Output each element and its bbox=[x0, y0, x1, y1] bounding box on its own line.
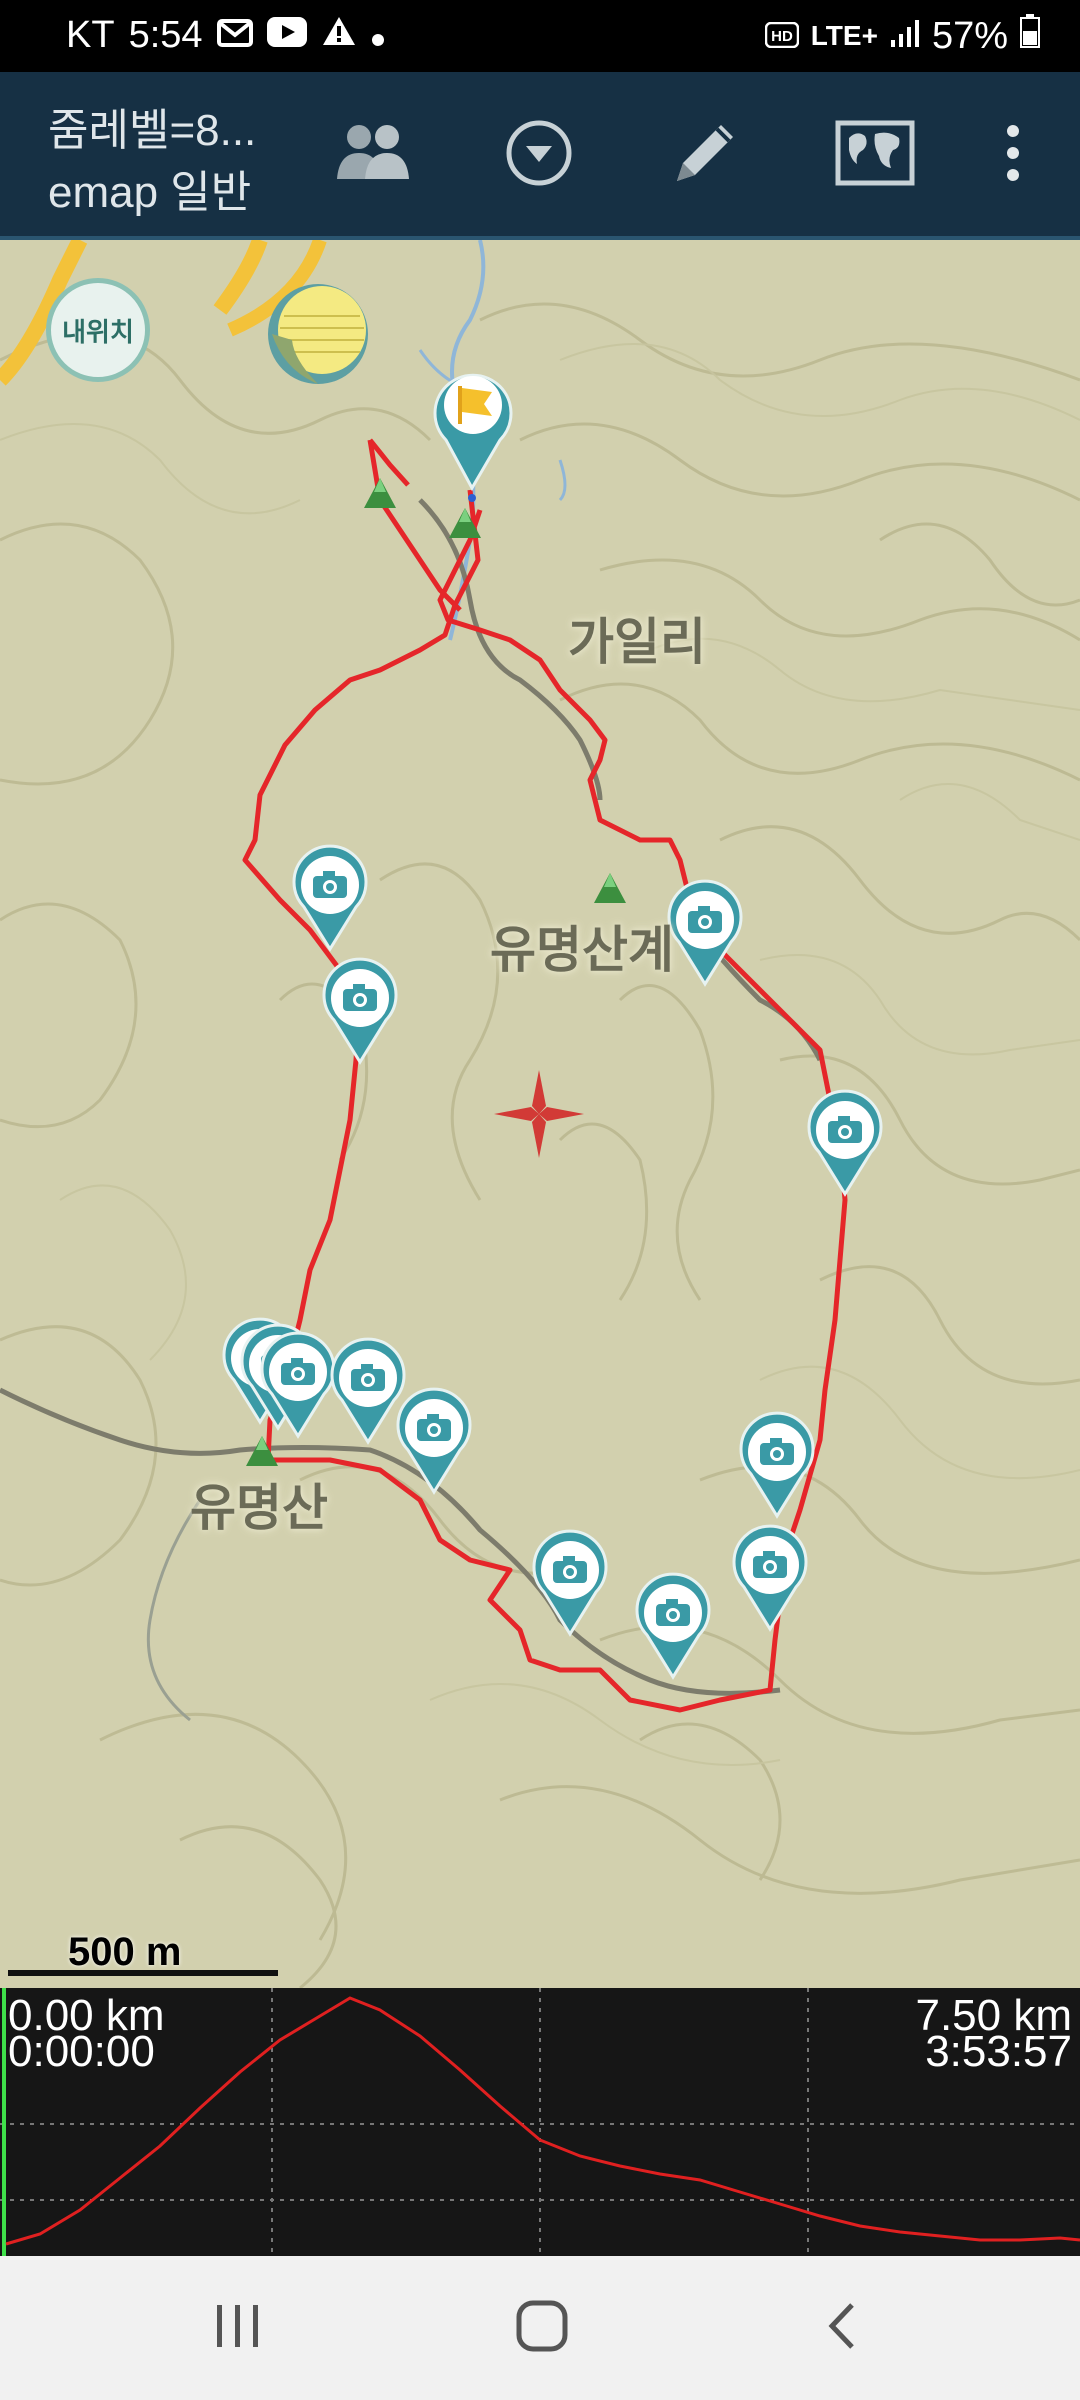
place-label-yumyeongsan: 유명산 bbox=[190, 1480, 328, 1536]
photo-marker[interactable] bbox=[635, 1572, 711, 1679]
dropdown-button[interactable] bbox=[496, 112, 582, 198]
scale-label: 500 m bbox=[68, 1930, 182, 1974]
system-nav-bar bbox=[0, 2256, 1080, 2400]
signal-icon bbox=[890, 15, 920, 58]
map-scale: 500 m bbox=[8, 1930, 278, 1976]
map-type-label: emap 일반 bbox=[48, 168, 252, 217]
group-icon bbox=[333, 117, 413, 194]
map-info-title[interactable]: 줌레벨=8... emap 일반 bbox=[48, 100, 256, 224]
clock: 5:54 bbox=[128, 14, 203, 56]
start-time: 0:00:00 bbox=[8, 2027, 155, 2076]
photo-marker[interactable] bbox=[732, 1524, 808, 1631]
start-flag-marker[interactable] bbox=[433, 373, 513, 502]
more-icon bbox=[1003, 123, 1023, 188]
elevation-profile[interactable]: 0.00 km 0:00:00 7.50 km 3:53:57 bbox=[0, 1988, 1080, 2256]
layer-icon bbox=[268, 284, 368, 384]
warning-icon bbox=[321, 14, 357, 57]
pencil-icon bbox=[665, 113, 745, 198]
carrier-label: KT bbox=[66, 14, 115, 56]
home-icon bbox=[514, 2298, 570, 2359]
home-button[interactable] bbox=[502, 2296, 582, 2360]
end-time: 3:53:57 bbox=[925, 2027, 1072, 2076]
battery-percent: 57% bbox=[931, 14, 1008, 57]
dropdown-icon bbox=[504, 118, 574, 193]
photo-marker[interactable] bbox=[807, 1089, 883, 1196]
scale-bar bbox=[8, 1970, 278, 1976]
place-label-gailri: 가일리 bbox=[568, 614, 706, 670]
group-button[interactable] bbox=[330, 112, 416, 198]
my-location-button[interactable]: 내위치 bbox=[46, 278, 150, 382]
notification-dot-icon bbox=[371, 14, 385, 57]
toolbar: 줌레벨=8... emap 일반 bbox=[0, 72, 1080, 240]
map-canvas bbox=[0, 240, 1080, 1988]
recent-apps-icon bbox=[213, 2303, 263, 2354]
photo-marker[interactable] bbox=[330, 1337, 406, 1444]
youtube-icon bbox=[266, 14, 307, 57]
place-label-yumyeongsan-valley: 유명산계 bbox=[490, 922, 674, 978]
mail-icon bbox=[216, 14, 253, 57]
photo-marker[interactable] bbox=[292, 844, 368, 951]
svg-text:HD: HD bbox=[771, 28, 793, 45]
battery-icon bbox=[1020, 14, 1040, 58]
layer-button[interactable] bbox=[264, 280, 372, 388]
photo-marker[interactable] bbox=[396, 1387, 472, 1494]
map-center-crosshair bbox=[494, 1070, 584, 1158]
hd-voice-icon: HD bbox=[764, 15, 800, 58]
back-icon bbox=[822, 2301, 862, 2356]
map-view[interactable]: 가일리 유명산계 유명산 내위치 500 m bbox=[0, 240, 1080, 1988]
zoom-level-label: 줌레벨=8... bbox=[48, 106, 257, 155]
map-icon bbox=[835, 120, 915, 191]
back-button[interactable] bbox=[802, 2296, 882, 2360]
edit-button[interactable] bbox=[662, 112, 748, 198]
status-bar: KT 5:54 HD LTE+ 57% bbox=[0, 0, 1080, 72]
more-options-button[interactable] bbox=[970, 112, 1056, 198]
map-select-button[interactable] bbox=[832, 112, 918, 198]
recent-apps-button[interactable] bbox=[198, 2296, 278, 2360]
photo-marker[interactable] bbox=[322, 957, 398, 1064]
network-type: LTE+ bbox=[810, 20, 878, 51]
photo-marker[interactable] bbox=[532, 1529, 608, 1636]
